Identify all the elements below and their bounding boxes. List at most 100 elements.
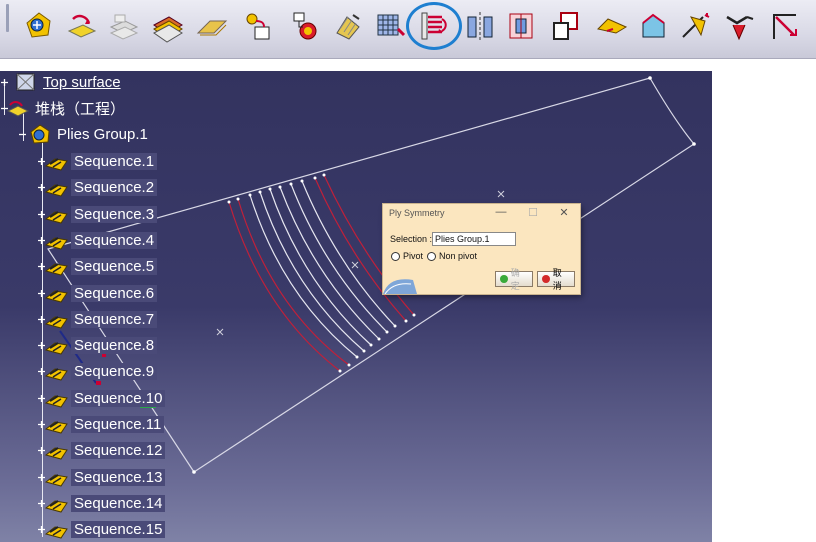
tree-item-sequence[interactable]: Sequence.3 [37,203,158,225]
ply-exploder-icon[interactable] [288,9,322,43]
corner-icon[interactable] [768,9,802,43]
expand-icon[interactable] [37,289,46,298]
symmetry-axis-icon[interactable] [463,9,497,43]
contour-white-2 [259,191,365,352]
tree-label-sequence[interactable]: Sequence.15 [71,520,166,538]
pivot-radio[interactable]: Pivot [391,251,423,261]
tree-item-sequence[interactable]: Sequence.10 [37,387,166,409]
ok-label: 确定 [510,268,520,291]
tree-label-sequence[interactable]: Sequence.10 [71,389,166,407]
cancel-label: 取消 [552,268,562,291]
tree-label-sequence[interactable]: Sequence.11 [71,415,165,433]
tree-item-sequence[interactable]: Sequence.8 [37,334,158,356]
expand-icon[interactable] [37,341,46,350]
selection-field[interactable] [432,232,516,246]
surface-icon [16,73,35,91]
tree-item-sequence[interactable]: Sequence.12 [37,439,166,461]
tree-label-sequence[interactable]: Sequence.8 [71,336,158,354]
tree-item-sequence[interactable]: Sequence.5 [37,255,158,277]
tree-label-plies-group[interactable]: Plies Group.1 [54,126,151,143]
tree-label-sequence[interactable]: Sequence.4 [71,231,158,249]
tree-label-sequence[interactable]: Sequence.5 [71,257,158,275]
radio-circle[interactable] [427,251,436,261]
link-ply-icon[interactable] [242,9,276,43]
tree-label-sequence[interactable]: Sequence.12 [71,441,166,459]
expand-icon[interactable] [37,473,46,482]
tree-label-sequence[interactable]: Sequence.14 [71,494,166,512]
collapse-icon[interactable] [0,104,9,113]
surface-ply-icon[interactable] [195,9,229,43]
expand-icon[interactable] [37,367,46,376]
tree-item-sequence[interactable]: Sequence.6 [37,282,158,304]
expand-icon[interactable] [37,394,46,403]
tree-item-sequence[interactable]: Sequence.4 [37,229,158,251]
tree-label-sequence[interactable]: Sequence.7 [71,310,158,328]
tree-item-sequence[interactable]: Sequence.14 [37,492,166,514]
sequence-icon [45,158,68,171]
expand-icon[interactable] [37,446,46,455]
expand-icon[interactable] [37,210,46,219]
tree-label-sequence[interactable]: Sequence.9 [71,362,158,380]
flatten-icon[interactable] [595,9,629,43]
tree-label-sequence[interactable]: Sequence.6 [71,284,158,302]
ply-symmetry-icon[interactable] [417,9,451,43]
sequence-icon [45,421,68,434]
plies-from-solid-icon[interactable] [331,9,365,43]
expand-icon[interactable] [37,420,46,429]
tree-item-stacking[interactable]: 堆栈（工程） [0,97,128,119]
stacking-icon[interactable] [65,9,99,43]
expand-icon[interactable] [37,525,46,534]
dialog-decoration-icon [383,279,417,294]
tree-item-sequence[interactable]: Sequence.2 [37,176,158,198]
dart-icon[interactable] [679,9,713,43]
toolbar [0,0,816,59]
tree-item-top-surface[interactable]: Top surface [0,71,124,93]
composites-param-icon[interactable] [22,9,56,43]
sequence-icon [45,290,68,303]
ok-button[interactable]: 确定 [495,268,533,291]
tree-item-sequence[interactable]: Sequence.11 [37,413,165,435]
cancel-button[interactable]: 取消 [537,268,575,291]
contour-red-2 [237,198,350,366]
3d-viewport[interactable]: Top surface 堆栈（工程） Plies Group.1 Sequenc… [0,71,712,542]
ply-table-icon[interactable] [151,9,185,43]
radio-circle[interactable] [391,251,400,261]
tree-label-sequence[interactable]: Sequence.1 [71,152,158,170]
plies-group-icon [30,124,50,144]
expand-icon[interactable] [37,262,46,271]
tree-item-sequence[interactable]: Sequence.9 [37,360,158,382]
tree-item-sequence[interactable]: Sequence.1 [37,150,158,172]
material-excess-icon[interactable] [637,9,671,43]
expand-icon[interactable] [37,499,46,508]
toolbar-grip[interactable] [6,4,9,32]
sequence-icon [45,184,68,197]
dialog-titlebar[interactable]: Ply Symmetry — ☐ ✕ [383,204,580,224]
collapse-icon[interactable] [18,130,27,139]
tree-label-stacking[interactable]: 堆栈（工程） [32,98,128,119]
expand-icon[interactable] [37,315,46,324]
maximize-button[interactable]: ☐ [525,206,541,219]
tree-label-top-surface[interactable]: Top surface [40,74,124,91]
tree-label-sequence[interactable]: Sequence.13 [71,468,166,486]
splice-icon[interactable] [505,9,539,43]
expand-icon[interactable] [37,157,46,166]
tree-item-sequence[interactable]: Sequence.13 [37,466,166,488]
check-icon[interactable] [723,9,757,43]
expand-icon[interactable] [37,236,46,245]
tree-item-sequence[interactable]: Sequence.7 [37,308,158,330]
tree-label-sequence[interactable]: Sequence.2 [71,178,158,196]
sequence-icon [45,474,68,487]
close-button[interactable]: ✕ [556,206,572,219]
expand-icon[interactable] [0,78,9,87]
grid-icon[interactable] [107,9,141,43]
pivot-label: Pivot [403,251,424,261]
tree-item-plies-group[interactable]: Plies Group.1 [18,123,151,145]
expand-icon[interactable] [37,183,46,192]
tree-label-sequence[interactable]: Sequence.3 [71,205,158,223]
cut-piece-icon[interactable] [549,9,583,43]
minimize-button[interactable]: — [493,206,509,218]
non-pivot-radio[interactable]: Non pivot [427,251,477,261]
selection-label: Selection : [390,234,433,244]
core-grid-icon[interactable] [374,9,408,43]
tree-item-sequence[interactable]: Sequence.15 [37,518,166,540]
